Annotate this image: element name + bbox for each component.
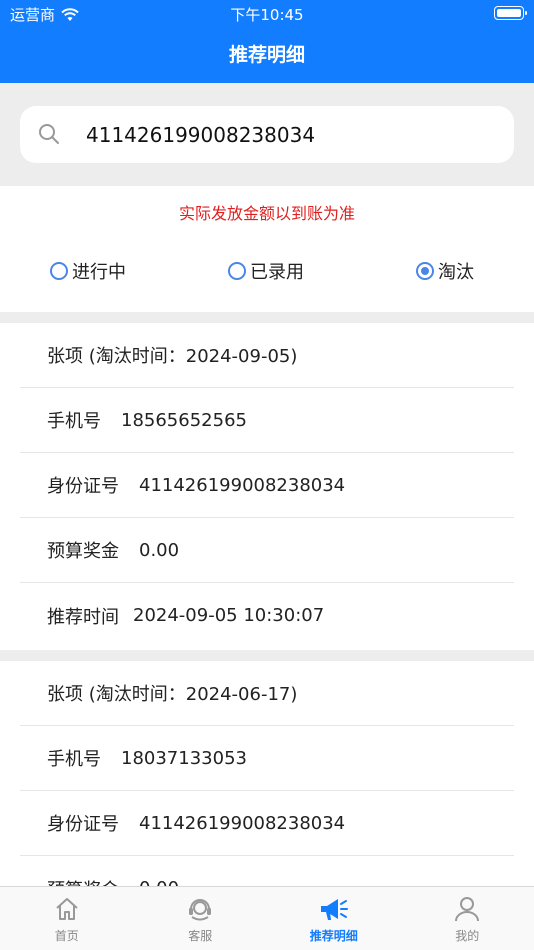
phone-value: 18037133053 (121, 747, 247, 769)
record-row-phone: 手机号 18037133053 (20, 726, 514, 791)
field-label: 身份证号 (47, 476, 119, 497)
tab-label: 客服 (188, 929, 213, 943)
tab-profile[interactable]: 我的 (401, 887, 534, 950)
filter-eliminated[interactable]: 淘汰 (416, 258, 474, 284)
record-card: 张项 (淘汰时间：2024-06-17) 手机号 18037133053 身份证… (0, 661, 534, 921)
tab-home[interactable]: 首页 (0, 887, 134, 950)
record-title: 张项 (淘汰时间：2024-06-17) (47, 684, 298, 705)
tab-label: 首页 (54, 929, 79, 943)
record-card: 张项 (淘汰时间：2024-09-05) 手机号 18565652565 身份证… (0, 323, 534, 648)
record-row-phone: 手机号 18565652565 (20, 388, 514, 453)
status-filter: 进行中 已录用 淘汰 (0, 258, 534, 292)
field-label: 推荐时间 (47, 606, 119, 628)
record-header: 张项 (淘汰时间：2024-06-17) (20, 661, 514, 726)
record-row-budget: 预算奖金 0.00 (20, 518, 514, 583)
headset-icon (189, 899, 212, 921)
tab-customer-service[interactable]: 客服 (134, 887, 268, 950)
page-title: 推荐明细 (228, 44, 305, 66)
recommend-time-value: 2024-09-05 10:30:07 (133, 605, 325, 626)
status-bar: 运营商 下午10:45 (0, 0, 534, 28)
record-row-time: 推荐时间 2024-09-05 10:30:07 (20, 583, 514, 648)
budget-value: 0.00 (139, 539, 180, 561)
battery-icon (494, 6, 527, 20)
id-card-value: 411426199008238034 (139, 474, 346, 496)
user-icon (455, 897, 480, 922)
payment-notice: 实际发放金额以到账为准 (178, 204, 355, 223)
radio-unchecked-icon[interactable] (228, 262, 246, 280)
megaphone-icon (320, 899, 348, 920)
field-label: 预算奖金 (47, 541, 119, 562)
search-input[interactable] (86, 120, 496, 150)
section-divider (0, 312, 534, 323)
tab-label: 我的 (455, 929, 480, 943)
home-icon (56, 898, 78, 920)
bottom-tab-bar: 首页 客服 推荐明细 我的 (0, 886, 534, 950)
section-divider (0, 650, 534, 661)
radio-unchecked-icon[interactable] (50, 262, 68, 280)
radio-checked-icon[interactable] (416, 262, 434, 280)
record-row-id: 身份证号 411426199008238034 (20, 453, 514, 518)
id-card-value: 411426199008238034 (139, 812, 346, 834)
search-box[interactable] (20, 106, 514, 163)
filter-label: 进行中 (72, 262, 126, 283)
record-title: 张项 (淘汰时间：2024-09-05) (47, 346, 298, 367)
status-time: 下午10:45 (230, 6, 304, 24)
record-row-id: 身份证号 411426199008238034 (20, 791, 514, 856)
filter-label: 淘汰 (438, 262, 474, 283)
tab-recommend-detail[interactable]: 推荐明细 (267, 887, 401, 950)
tab-label: 推荐明细 (309, 929, 358, 943)
phone-value: 18565652565 (121, 409, 247, 431)
search-icon (39, 124, 59, 144)
field-label: 身份证号 (47, 814, 119, 835)
record-header: 张项 (淘汰时间：2024-09-05) (20, 323, 514, 388)
filter-hired[interactable]: 已录用 (228, 258, 304, 284)
field-label: 手机号 (47, 749, 101, 770)
search-area (0, 83, 534, 186)
field-label: 手机号 (47, 411, 101, 432)
filter-in-progress[interactable]: 进行中 (50, 258, 126, 284)
filter-label: 已录用 (250, 262, 304, 283)
app-header: 运营商 下午10:45 推荐明细 (0, 0, 534, 83)
